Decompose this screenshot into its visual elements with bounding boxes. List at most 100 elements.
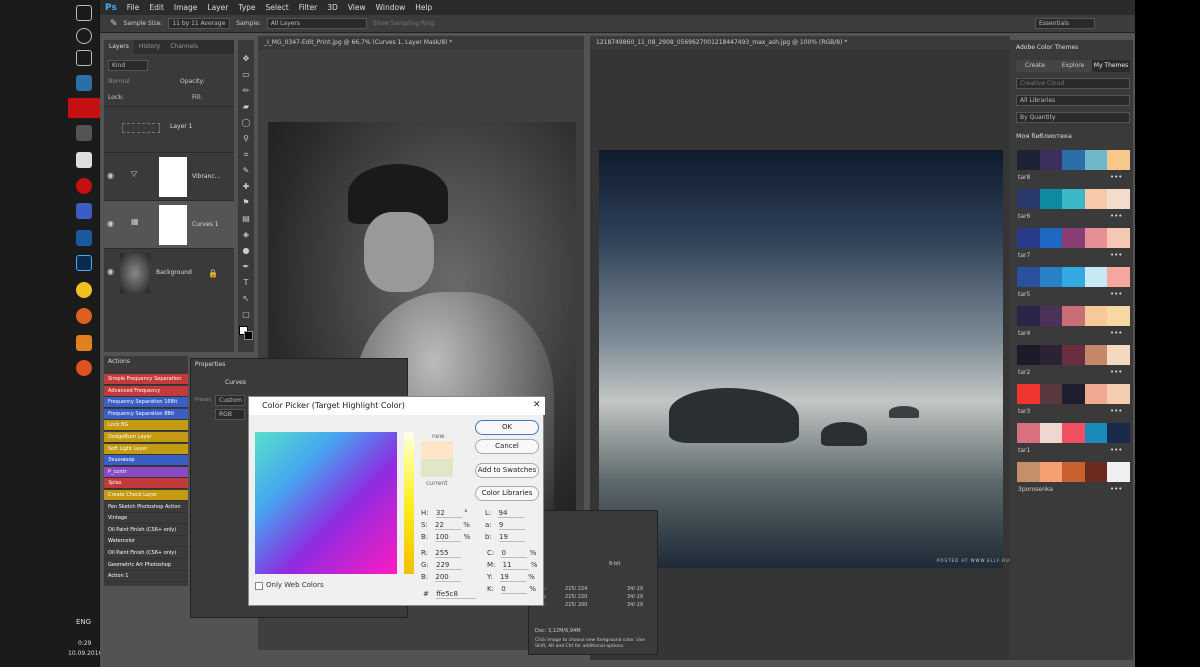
action-item[interactable]: Lock BG [104, 420, 188, 432]
l-field[interactable]: L: 94 [485, 509, 525, 518]
color-swatch[interactable] [1062, 189, 1085, 209]
color-swatch[interactable] [1107, 423, 1130, 443]
shape-tool-icon[interactable]: ▢ [241, 310, 251, 320]
action-item[interactable]: Frequency Separation 16Bit [104, 397, 188, 409]
m-field[interactable]: M: 11 % [487, 561, 538, 570]
photoshop-icon[interactable] [76, 255, 92, 271]
color-swatch[interactable] [1107, 345, 1130, 365]
color-slider[interactable] [404, 432, 414, 574]
save-icon[interactable] [76, 203, 92, 219]
document-tab[interactable]: 1218749860_11_08_2908_056962700121844749… [590, 36, 1010, 50]
color-swatch[interactable] [1107, 384, 1130, 404]
cc-select[interactable]: Creative Cloud [1016, 78, 1130, 89]
color-swatch[interactable] [1062, 267, 1085, 287]
color-swatch[interactable] [1107, 267, 1130, 287]
menu-select[interactable]: Select [261, 3, 294, 12]
blur-tool-icon[interactable]: ◈ [241, 230, 251, 240]
action-item[interactable]: Oil Paint Finish (CS6+ only) [104, 524, 188, 536]
pen-tool-icon[interactable]: ✒ [241, 262, 251, 272]
lang-indicator[interactable]: ENG [76, 618, 91, 626]
sample-size-select[interactable]: 11 by 11 Average [168, 18, 231, 29]
color-swatch[interactable] [1062, 462, 1085, 482]
file-icon[interactable] [76, 152, 92, 168]
action-item[interactable]: Watercolor [104, 536, 188, 548]
color-swatch[interactable] [1107, 462, 1130, 482]
theme-swatch-row[interactable] [1017, 384, 1130, 404]
menu-view[interactable]: View [343, 3, 371, 12]
color-swatch[interactable] [1039, 189, 1063, 209]
action-item[interactable]: P_contr [104, 466, 188, 478]
lab-b-field[interactable]: b: 19 [485, 533, 526, 542]
cp-icon[interactable] [76, 230, 92, 246]
lasso-tool-icon[interactable]: ◯ [241, 118, 251, 128]
seascape-photo[interactable] [599, 150, 1003, 568]
action-item[interactable]: Frequency Separation 8Bit [104, 408, 188, 420]
more-icon[interactable]: ••• [1110, 485, 1122, 493]
action-item[interactable]: Create Check Layer [104, 490, 188, 501]
color-field[interactable] [255, 432, 397, 574]
a-field[interactable]: a: 9 [485, 521, 525, 530]
stamp-tool-icon[interactable]: ⚑ [241, 198, 251, 208]
action-item[interactable]: Simple Frequency Separation [104, 374, 188, 385]
app3-icon[interactable] [76, 360, 92, 376]
search-icon[interactable] [76, 28, 92, 44]
task-view-icon[interactable] [76, 50, 92, 66]
windows-start-icon[interactable] [76, 5, 92, 21]
menu-edit[interactable]: Edit [144, 3, 169, 12]
menu-window[interactable]: Window [371, 3, 411, 12]
color-swatch[interactable] [1017, 228, 1040, 248]
more-icon[interactable]: ••• [1110, 290, 1122, 298]
theme-swatch-row[interactable] [1017, 189, 1130, 209]
action-item[interactable]: Advanced Frequency Separation [104, 385, 188, 405]
bv-field[interactable]: B: 200 [421, 573, 462, 582]
action-item[interactable]: Vintage [104, 513, 188, 525]
color-swatch[interactable] [1039, 345, 1063, 365]
color-swatch[interactable] [1084, 150, 1108, 170]
color-swatch[interactable] [1107, 306, 1130, 326]
settings-icon[interactable] [76, 125, 92, 141]
zoom-tool-icon[interactable]: ⚲ [241, 134, 251, 144]
r-field[interactable]: R: 255 [421, 549, 462, 558]
color-swatch[interactable] [1062, 306, 1085, 326]
heal-tool-icon[interactable]: ✚ [241, 182, 251, 192]
kind-filter[interactable]: Kind [108, 60, 148, 71]
workspace-select[interactable]: Essentials [1035, 18, 1095, 29]
color-swatch[interactable] [1107, 228, 1130, 248]
library-select[interactable]: All Libraries [1016, 95, 1130, 106]
action-item[interactable]: Экшнвоор [104, 455, 188, 467]
firefox-icon[interactable] [76, 308, 92, 324]
cancel-button[interactable]: Cancel [475, 439, 539, 454]
blend-mode[interactable]: Normal [108, 78, 130, 85]
more-icon[interactable]: ••• [1110, 368, 1122, 376]
background-color-swatch[interactable] [244, 331, 253, 340]
app2-icon[interactable] [76, 335, 92, 351]
color-swatch[interactable] [1107, 189, 1130, 209]
color-swatch[interactable] [1017, 462, 1040, 482]
color-swatch[interactable] [1062, 345, 1085, 365]
show-sampling-ring[interactable]: Show Sampling Ring [373, 20, 435, 27]
menu-layer[interactable]: Layer [202, 3, 233, 12]
layer-row[interactable]: Layer 1 [104, 106, 234, 146]
color-swatch[interactable] [1017, 384, 1040, 404]
crop-tool-icon[interactable]: ⌗ [241, 150, 251, 160]
color-swatch[interactable] [1084, 189, 1108, 209]
color-swatch[interactable] [1062, 384, 1085, 404]
eye-icon[interactable]: ◉ [107, 219, 114, 228]
more-icon[interactable]: ••• [1110, 407, 1122, 415]
color-swatch[interactable] [1039, 150, 1063, 170]
menu-image[interactable]: Image [169, 3, 203, 12]
tab-history[interactable]: History [134, 40, 165, 54]
color-libraries-button[interactable]: Color Libraries [475, 486, 539, 501]
path-tool-icon[interactable]: ↖ [241, 294, 251, 304]
marquee-tool-icon[interactable]: ▭ [241, 70, 251, 80]
g-field[interactable]: G: 229 [421, 561, 463, 570]
menu-help[interactable]: Help [410, 3, 437, 12]
color-swatch[interactable] [1017, 150, 1040, 170]
color-swatch[interactable] [1017, 189, 1040, 209]
k-field[interactable]: K: 0 % [487, 585, 536, 594]
preset-select[interactable]: Custom [215, 395, 245, 406]
color-swatch[interactable] [1084, 228, 1108, 248]
c-field[interactable]: C: 0 % [487, 549, 536, 558]
channel-select[interactable]: RGB [215, 409, 245, 420]
layer-row[interactable]: ◉ ▦ Curves 1 [104, 200, 234, 248]
